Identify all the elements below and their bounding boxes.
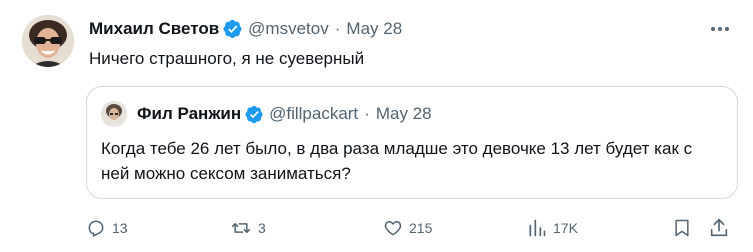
views-count: 17K (553, 220, 578, 236)
share-icon (708, 217, 730, 239)
views-icon (527, 218, 547, 238)
tweet-header: Михаил Светов @msvetov · May 28 (89, 18, 402, 40)
like-button[interactable]: 215 (383, 214, 432, 242)
reply-count: 13 (112, 220, 128, 236)
author-name[interactable]: Михаил Светов (89, 18, 219, 40)
retweet-count: 3 (258, 220, 266, 236)
tweet-date[interactable]: May 28 (346, 18, 402, 40)
reply-button[interactable]: 13 (86, 214, 128, 242)
verified-badge-icon[interactable] (223, 19, 243, 39)
separator-dot: · (364, 104, 370, 123)
tweet-text: Ничего страшного, я не суеверный (89, 49, 365, 68)
like-icon (383, 218, 403, 238)
quote-author-name[interactable]: Фил Ранжин (137, 103, 241, 125)
reply-icon (86, 218, 106, 238)
tweet[interactable]: Михаил Светов @msvetov · May 28 Ничего с… (0, 0, 753, 252)
quote-avatar[interactable] (101, 101, 127, 127)
retweet-button[interactable]: 3 (230, 214, 266, 242)
views-button[interactable]: 17K (527, 214, 578, 242)
like-count: 215 (409, 220, 433, 236)
share-button[interactable] (708, 214, 730, 242)
bookmark-button[interactable] (672, 214, 692, 242)
quote-text: Когда тебе 26 лет было, в два раза младш… (101, 139, 693, 183)
quote-date[interactable]: May 28 (376, 103, 432, 125)
action-bar: 13 3 215 17K (0, 214, 753, 242)
quoted-tweet[interactable]: Фил Ранжин @fillpackart · May 28 Когда т… (86, 86, 738, 199)
author-handle[interactable]: @msvetov (248, 18, 329, 40)
more-icon[interactable] (706, 18, 734, 40)
avatar[interactable] (22, 15, 74, 67)
quote-author-handle[interactable]: @fillpackart (269, 103, 358, 125)
retweet-icon (230, 218, 252, 238)
verified-badge-icon[interactable] (245, 105, 264, 124)
bookmark-icon (672, 217, 692, 239)
separator-dot: · (334, 19, 341, 38)
quote-header: Фил Ранжин @fillpackart · May 28 (137, 103, 432, 125)
